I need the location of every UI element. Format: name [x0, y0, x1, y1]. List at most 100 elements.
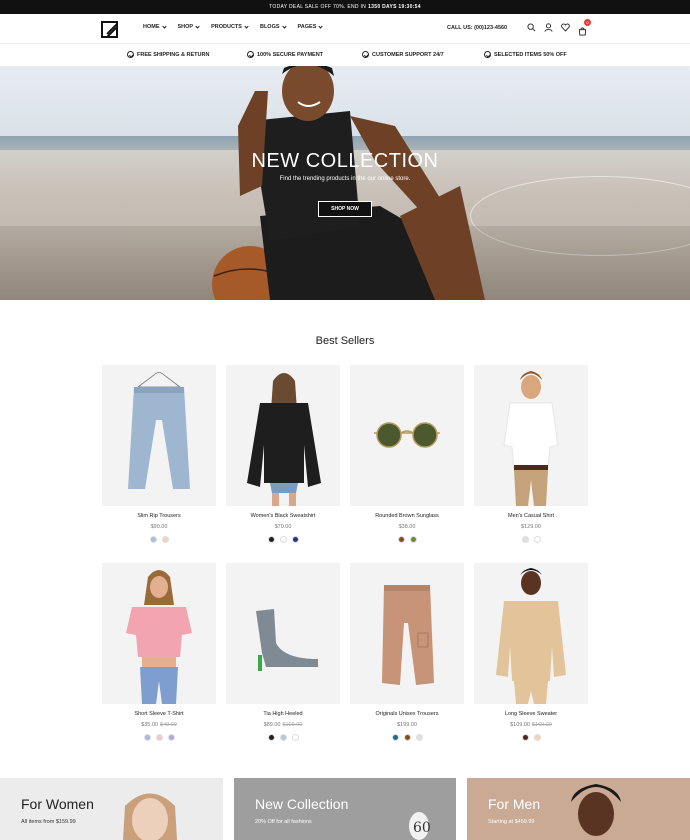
feature-label: 100% SECURE PAYMENT	[257, 51, 324, 58]
product-price: $90.00	[102, 524, 216, 530]
product-image[interactable]	[474, 365, 588, 506]
product-card[interactable]: Short Sleeve T-Shirt $35.00 $49.00	[102, 563, 216, 741]
product-price: $129.00	[474, 524, 588, 530]
check-circle-icon	[362, 51, 369, 58]
product-card[interactable]: Long Sleeve Sweater $109.00 $169.00	[474, 563, 588, 741]
color-swatches	[474, 536, 588, 543]
nav-label: SHOP	[177, 24, 194, 30]
product-name[interactable]: Originals Unisex Trousers	[350, 711, 464, 717]
color-swatch[interactable]	[291, 734, 299, 741]
product-trousers-image	[382, 585, 434, 685]
product-card[interactable]: Originals Unisex Trousers $199.00	[350, 563, 464, 741]
check-circle-icon	[127, 51, 134, 58]
color-swatch[interactable]	[279, 734, 287, 741]
chevron-down-icon	[161, 23, 167, 29]
chevron-down-icon	[244, 23, 249, 29]
color-swatch[interactable]	[409, 536, 417, 543]
hero-model-image	[212, 66, 485, 300]
color-swatch[interactable]	[533, 734, 541, 741]
nav-home[interactable]: HOME	[143, 23, 167, 30]
product-image[interactable]	[474, 563, 588, 704]
call-us[interactable]: CALL US: (00)123-4560	[447, 25, 507, 31]
announcement-bar: TODAY DEAL SALE OFF 70%. END IN 1350 DAY…	[0, 0, 690, 14]
product-card[interactable]: Tia High Heeled $89.00 $109.00	[226, 563, 340, 741]
current-price: $35.00	[141, 722, 158, 728]
color-swatch[interactable]	[533, 536, 541, 543]
color-swatch[interactable]	[391, 734, 399, 741]
product-image[interactable]	[226, 563, 340, 704]
banner-title: For Men	[488, 796, 541, 812]
product-name[interactable]: Tia High Heeled	[226, 711, 340, 717]
shop-now-button[interactable]: SHOP NOW	[318, 201, 372, 217]
color-swatch[interactable]	[167, 734, 175, 741]
product-name[interactable]: Rounded Brown Sunglass	[350, 513, 464, 519]
banner-subtitle: Starting at $459.99	[488, 819, 535, 825]
nav-products[interactable]: PRODUCTS	[211, 23, 249, 30]
hero-title: NEW COLLECTION	[251, 150, 439, 172]
banner-new-collection[interactable]: 60 New Collection 20% Off for all fashio…	[234, 778, 456, 840]
current-price: $70.00	[274, 524, 292, 530]
product-name[interactable]: Slim Rip Trousers	[102, 513, 216, 519]
product-card[interactable]: Women's Black Sweatshirt $70.00	[226, 365, 340, 543]
chevron-down-icon	[281, 23, 287, 29]
old-price: $169.00	[532, 722, 552, 728]
banner-woman-image	[123, 793, 177, 840]
product-name[interactable]: Women's Black Sweatshirt	[226, 513, 340, 519]
feature-label: SELECTED ITEMS 50% OFF	[494, 51, 567, 58]
color-swatch[interactable]	[415, 734, 423, 741]
product-name[interactable]: Short Sleeve T-Shirt	[102, 711, 216, 717]
color-swatch[interactable]	[143, 734, 151, 741]
nav-pages[interactable]: PAGES	[297, 23, 324, 30]
logo[interactable]	[101, 21, 118, 38]
color-swatch[interactable]	[397, 536, 405, 543]
chevron-down-icon	[318, 23, 324, 29]
product-card[interactable]: Men's Casual Shirt $129.00	[474, 365, 588, 543]
product-name[interactable]: Long Sleeve Sweater	[474, 711, 588, 717]
color-swatch[interactable]	[267, 536, 275, 543]
feature-item: SELECTED ITEMS 50% OFF	[484, 51, 567, 58]
heart-icon[interactable]	[561, 23, 570, 32]
color-swatch[interactable]	[291, 536, 299, 543]
current-price: $89.00	[263, 722, 281, 728]
product-name[interactable]: Men's Casual Shirt	[474, 513, 588, 519]
main-nav: HOME SHOP PRODUCTS BLOGS PAGES	[143, 23, 324, 30]
product-image[interactable]	[226, 365, 340, 506]
product-image[interactable]	[102, 365, 216, 506]
search-icon[interactable]	[527, 23, 536, 32]
product-jeans-image	[128, 372, 190, 489]
color-swatches	[226, 536, 340, 543]
cart-button[interactable]: 0	[578, 19, 591, 36]
current-price: $129.00	[521, 524, 541, 530]
color-swatch[interactable]	[149, 536, 157, 543]
check-circle-icon	[484, 51, 491, 58]
color-swatch[interactable]	[521, 734, 529, 741]
color-swatch[interactable]	[521, 536, 529, 543]
nav-blogs[interactable]: BLOGS	[260, 23, 287, 30]
color-swatch[interactable]	[161, 536, 169, 543]
product-shirt-image	[503, 371, 559, 506]
color-swatches	[350, 734, 464, 741]
nav-label: PAGES	[297, 24, 317, 30]
product-card[interactable]: Slim Rip Trousers $90.00	[102, 365, 216, 543]
color-swatch[interactable]	[155, 734, 163, 741]
product-image[interactable]	[350, 365, 464, 506]
old-price: $49.00	[160, 722, 177, 728]
color-swatch[interactable]	[279, 536, 287, 543]
banner-subtitle: 20% Off for all fashions	[255, 819, 312, 825]
product-sweater-image	[496, 568, 566, 704]
nav-shop[interactable]: SHOP	[177, 23, 200, 30]
chevron-down-icon	[195, 23, 200, 29]
color-swatch[interactable]	[267, 734, 275, 741]
user-icon[interactable]	[544, 23, 553, 32]
banner-men[interactable]: For Men Starting at $459.99	[467, 778, 690, 840]
product-image[interactable]	[102, 563, 216, 704]
nav-label: PRODUCTS	[211, 24, 242, 30]
product-image[interactable]	[350, 563, 464, 704]
product-tshirt-image	[126, 570, 192, 704]
cart-count-badge: 0	[584, 19, 591, 26]
product-card[interactable]: Rounded Brown Sunglass $38.00	[350, 365, 464, 543]
banner-title: For Women	[21, 796, 94, 812]
product-sunglass-image	[374, 422, 440, 448]
color-swatch[interactable]	[403, 734, 411, 741]
banner-women[interactable]: For Women All items from $159.99	[0, 778, 223, 840]
